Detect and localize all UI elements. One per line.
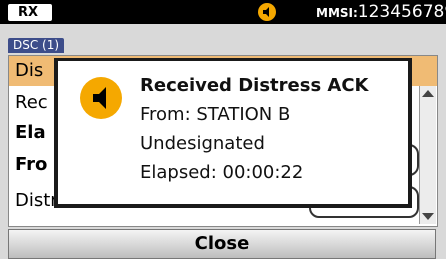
distress-ack-dialog: Received Distress ACK From: STATION B Un… [58, 61, 408, 204]
dialog-title: Received Distress ACK [140, 75, 369, 96]
dialog-speaker-glyph [93, 87, 106, 109]
tab-dsc[interactable]: DSC (1) [8, 38, 65, 53]
dialog-message: Received Distress ACK From: STATION B Un… [140, 71, 369, 187]
mmsi-display: MMSI:123456789 [316, 1, 446, 24]
mmsi-label: MMSI: [316, 6, 358, 20]
status-bar: RX MMSI:123456789 [0, 0, 446, 24]
detail-row-from: Fro [15, 154, 48, 175]
scroll-up-arrow-icon[interactable] [422, 90, 434, 97]
detail-row-received: Rec [15, 92, 48, 113]
speaker-icon [258, 3, 276, 21]
scroll-down-arrow-icon[interactable] [422, 213, 434, 220]
detail-row-elapsed: Ela [15, 122, 46, 143]
scrollbar[interactable] [419, 86, 436, 224]
mmsi-value: 123456789 [357, 2, 446, 22]
rx-label: RX [18, 5, 39, 20]
speaker-icon [80, 77, 122, 119]
dialog-elapsed: Elapsed: 00:00:22 [140, 162, 304, 183]
dialog-nature: Undesignated [140, 133, 265, 154]
rx-badge: RX [8, 4, 52, 21]
speaker-icon-glyph [263, 7, 269, 17]
close-button-label: Close [194, 233, 250, 254]
tab-dsc-label: DSC (1) [13, 38, 60, 52]
dialog-from: From: STATION B [140, 104, 291, 125]
distress-window-title: Dis [15, 60, 44, 81]
close-button[interactable]: Close [8, 229, 436, 259]
